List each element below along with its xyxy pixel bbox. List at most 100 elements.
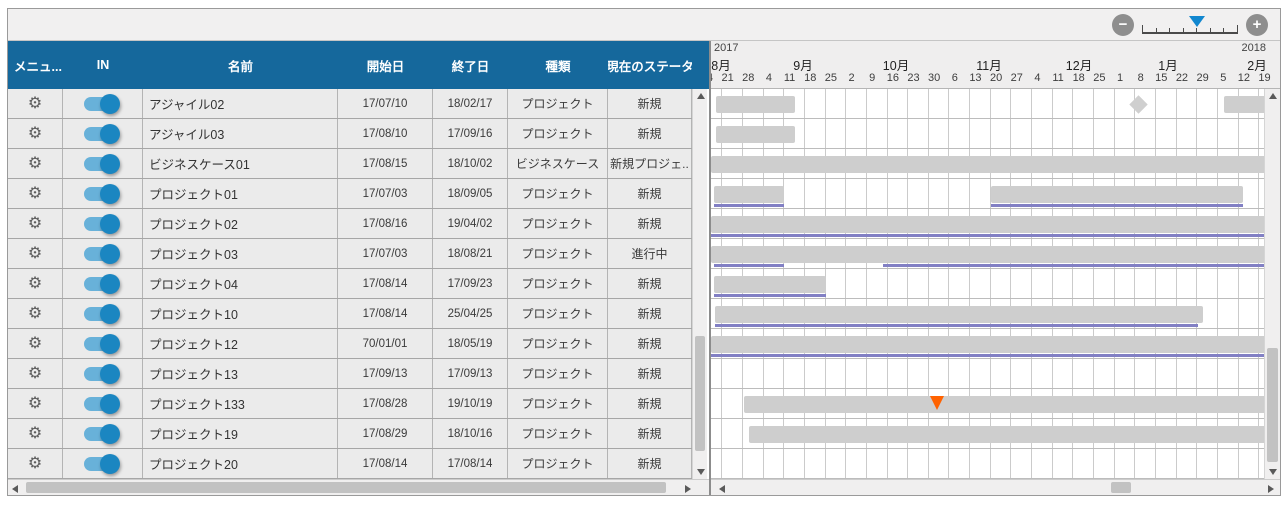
scroll-left-icon[interactable] (719, 485, 725, 493)
gear-icon[interactable]: ⚙ (28, 125, 42, 142)
task-bar[interactable] (716, 96, 795, 113)
gantt-vertical-scrollbar[interactable] (1264, 89, 1280, 479)
task-bar[interactable] (991, 186, 1243, 203)
row-type: プロジェクト (508, 389, 608, 418)
in-toggle[interactable] (83, 183, 122, 204)
in-toggle[interactable] (83, 423, 122, 444)
table-row[interactable]: ⚙ プロジェクト12 70/01/01 18/05/19 プロジェクト 新規 (8, 329, 692, 359)
gantt-timeline-header: 2017 2018 8月9月10月11月12月1月2月 142128411182… (711, 41, 1280, 89)
gantt-horizontal-scrollbar[interactable] (711, 479, 1280, 495)
gear-icon[interactable]: ⚙ (28, 155, 42, 172)
day-label: 9 (869, 72, 876, 84)
row-name: プロジェクト12 (143, 329, 338, 358)
in-toggle[interactable] (83, 453, 122, 474)
scroll-left-icon[interactable] (12, 485, 18, 493)
day-label: 13 (969, 72, 982, 84)
gear-icon[interactable]: ⚙ (28, 335, 42, 352)
table-hscroll-thumb[interactable] (26, 482, 666, 493)
in-toggle[interactable] (83, 93, 122, 114)
in-toggle[interactable] (83, 153, 122, 174)
table-row[interactable]: ⚙ プロジェクト04 17/08/14 17/09/23 プロジェクト 新規 (8, 269, 692, 299)
in-toggle[interactable] (83, 363, 122, 384)
in-toggle[interactable] (83, 213, 122, 234)
row-start: 17/08/14 (338, 269, 433, 298)
task-bar[interactable] (749, 426, 1265, 443)
grid-hline (711, 298, 1265, 299)
task-bar[interactable] (716, 126, 795, 143)
in-toggle[interactable] (83, 303, 122, 324)
gear-icon[interactable]: ⚙ (28, 275, 42, 292)
scroll-up-icon[interactable] (1269, 93, 1278, 99)
table-vertical-scrollbar[interactable] (692, 89, 707, 479)
gear-icon[interactable]: ⚙ (28, 245, 42, 262)
row-type: プロジェクト (508, 359, 608, 388)
gantt-vscroll-thumb[interactable] (1267, 348, 1278, 462)
row-end: 18/08/21 (433, 239, 508, 268)
gear-icon[interactable]: ⚙ (28, 95, 42, 112)
table-vscroll-thumb[interactable] (695, 336, 705, 451)
day-label: 23 (907, 72, 920, 84)
table-row[interactable]: ⚙ プロジェクト20 17/08/14 17/08/14 プロジェクト 新規 (8, 449, 692, 479)
day-label: 30 (928, 72, 941, 84)
marker-triangle-icon[interactable] (930, 396, 944, 410)
row-end: 25/04/25 (433, 299, 508, 328)
day-label: 18 (1072, 72, 1085, 84)
row-end: 18/10/16 (433, 419, 508, 448)
table-row[interactable]: ⚙ プロジェクト133 17/08/28 19/10/19 プロジェクト 新規 (8, 389, 692, 419)
task-bar[interactable] (714, 276, 826, 293)
table-row[interactable]: ⚙ アジャイル03 17/08/10 17/09/16 プロジェクト 新規 (8, 119, 692, 149)
task-bar[interactable] (744, 396, 1265, 413)
in-toggle[interactable] (83, 123, 122, 144)
zoom-slider-handle[interactable] (1189, 16, 1205, 27)
gear-icon[interactable]: ⚙ (28, 365, 42, 382)
gear-icon[interactable]: ⚙ (28, 425, 42, 442)
table-row[interactable]: ⚙ プロジェクト10 17/08/14 25/04/25 プロジェクト 新規 (8, 299, 692, 329)
day-label: 2 (848, 72, 855, 84)
task-bar[interactable] (711, 336, 1265, 353)
table-row[interactable]: ⚙ ビジネスケース01 17/08/15 18/10/02 ビジネスケース 新規… (8, 149, 692, 179)
table-row[interactable]: ⚙ プロジェクト13 17/09/13 17/09/13 プロジェクト 新規 (8, 359, 692, 389)
task-bar[interactable] (1224, 96, 1265, 113)
in-toggle[interactable] (83, 243, 122, 264)
gear-icon[interactable]: ⚙ (28, 215, 42, 232)
day-label: 5 (1220, 72, 1227, 84)
gear-icon[interactable]: ⚙ (28, 185, 42, 202)
scroll-right-icon[interactable] (685, 485, 691, 493)
day-label: 11 (1052, 72, 1064, 84)
scroll-down-icon[interactable] (1269, 469, 1278, 475)
task-bar[interactable] (711, 246, 1265, 263)
milestone-diamond-icon[interactable] (1129, 95, 1148, 114)
row-start: 17/08/14 (338, 449, 433, 478)
progress-line (883, 264, 1265, 267)
in-toggle[interactable] (83, 273, 122, 294)
scroll-up-icon[interactable] (697, 93, 705, 99)
table-horizontal-scrollbar[interactable] (8, 479, 709, 495)
zoom-slider[interactable] (1142, 14, 1238, 36)
row-name: プロジェクト02 (143, 209, 338, 238)
scroll-right-icon[interactable] (1268, 485, 1274, 493)
toolbar: − + (8, 9, 1280, 41)
zoom-out-button[interactable]: − (1112, 14, 1134, 36)
task-bar[interactable] (714, 186, 784, 203)
row-type: プロジェクト (508, 209, 608, 238)
row-start: 17/08/16 (338, 209, 433, 238)
task-bar[interactable] (715, 306, 1203, 323)
gear-icon[interactable]: ⚙ (28, 455, 42, 472)
gantt-hscroll-thumb[interactable] (1111, 482, 1131, 493)
table-row[interactable]: ⚙ プロジェクト03 17/07/03 18/08/21 プロジェクト 進行中 (8, 239, 692, 269)
task-bar[interactable] (711, 156, 1265, 173)
gear-icon[interactable]: ⚙ (28, 305, 42, 322)
row-type: プロジェクト (508, 179, 608, 208)
zoom-in-button[interactable]: + (1246, 14, 1268, 36)
scroll-down-icon[interactable] (697, 469, 705, 475)
table-row[interactable]: ⚙ アジャイル02 17/07/10 18/02/17 プロジェクト 新規 (8, 89, 692, 119)
in-toggle[interactable] (83, 393, 122, 414)
row-type: プロジェクト (508, 329, 608, 358)
table-row[interactable]: ⚙ プロジェクト01 17/07/03 18/09/05 プロジェクト 新規 (8, 179, 692, 209)
table-row[interactable]: ⚙ プロジェクト02 17/08/16 19/04/02 プロジェクト 新規 (8, 209, 692, 239)
day-label: 18 (804, 72, 817, 84)
task-bar[interactable] (711, 216, 1265, 233)
gear-icon[interactable]: ⚙ (28, 395, 42, 412)
in-toggle[interactable] (83, 333, 122, 354)
table-row[interactable]: ⚙ プロジェクト19 17/08/29 18/10/16 プロジェクト 新規 (8, 419, 692, 449)
